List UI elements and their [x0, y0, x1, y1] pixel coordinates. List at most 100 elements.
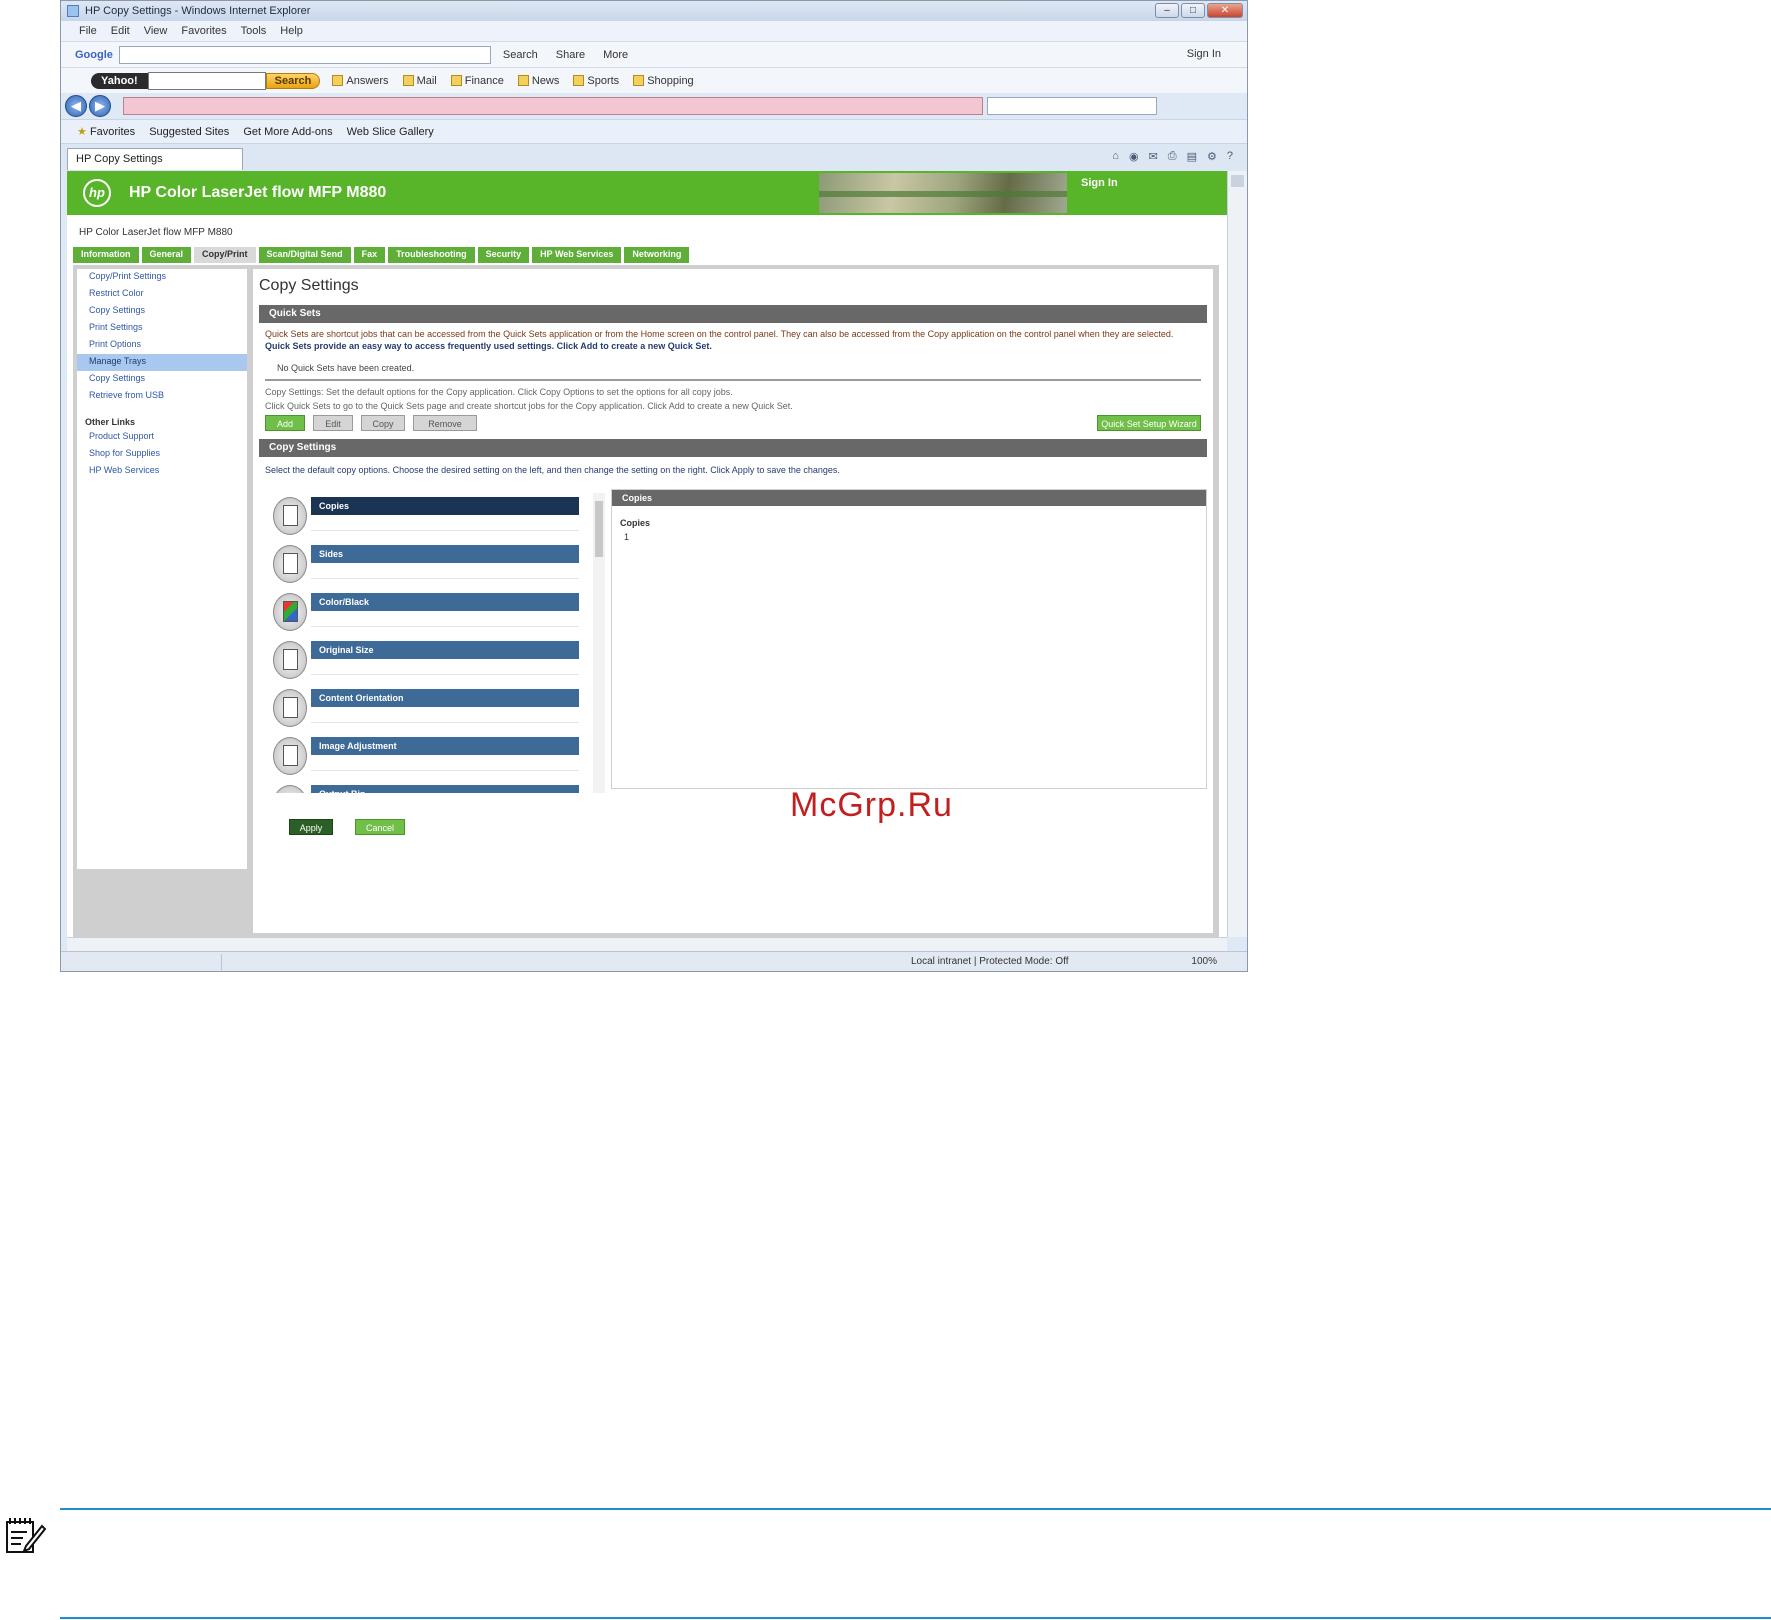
google-search-input[interactable]: [118, 45, 491, 64]
back-icon[interactable]: ◀: [65, 95, 87, 117]
edit-button[interactable]: Edit: [313, 415, 353, 431]
settings-list-scrollbar[interactable]: [593, 493, 605, 793]
maximize-button[interactable]: □: [1181, 3, 1205, 18]
help-icon[interactable]: ?: [1227, 150, 1233, 163]
setting-image-adjustment[interactable]: Image Adjustment: [311, 737, 579, 755]
forward-icon[interactable]: ▶: [89, 95, 111, 117]
nav-copy-settings-2[interactable]: Copy Settings: [77, 371, 247, 388]
note-rule-top: [60, 1508, 1771, 1510]
page-horizontal-scrollbar[interactable]: [67, 937, 1227, 951]
nav-retrieve-usb[interactable]: Retrieve from USB: [77, 388, 247, 405]
yahoo-link-mail[interactable]: Mail: [402, 75, 437, 87]
url-input[interactable]: [123, 97, 983, 115]
menu-view[interactable]: View: [144, 25, 168, 37]
google-signin[interactable]: Sign In: [1187, 48, 1221, 60]
menu-file[interactable]: File: [79, 25, 97, 37]
yahoo-link-news[interactable]: News: [517, 75, 559, 87]
menu-help[interactable]: Help: [280, 25, 303, 37]
remove-button[interactable]: Remove: [413, 415, 477, 431]
security-zone: Local intranet | Protected Mode: Off: [911, 956, 1069, 967]
yahoo-link-finance[interactable]: Finance: [450, 75, 504, 87]
setting-copies[interactable]: Copies: [311, 497, 579, 515]
yahoo-button[interactable]: Yahoo!: [91, 72, 148, 89]
menu-favorites[interactable]: Favorites: [181, 25, 226, 37]
fav-link-addons[interactable]: Get More Add-ons: [243, 126, 332, 138]
tab-information[interactable]: Information: [73, 247, 139, 263]
google-search-button[interactable]: Search: [503, 49, 538, 61]
list-item[interactable]: Content Orientation: [265, 685, 591, 733]
nav-print-options[interactable]: Print Options: [77, 337, 247, 354]
feeds-icon[interactable]: ◉: [1129, 150, 1139, 163]
main-content: Copy Settings Quick Sets Quick Sets are …: [253, 269, 1213, 933]
link-shop-supplies[interactable]: Shop for Supplies: [77, 446, 247, 463]
quick-sets-text-2: Quick Sets provide an easy way to access…: [265, 341, 712, 351]
quick-set-wizard-button[interactable]: Quick Set Setup Wizard: [1097, 415, 1201, 431]
tab-security[interactable]: Security: [477, 247, 530, 263]
tab-networking[interactable]: Networking: [624, 247, 690, 263]
tab-hp-web-services[interactable]: HP Web Services: [532, 247, 622, 263]
header-photo: [819, 173, 1067, 213]
nav-copy-print-settings[interactable]: Copy/Print Settings: [77, 269, 247, 286]
zoom-level[interactable]: 100%: [1191, 956, 1217, 967]
browser-screenshot: HP Copy Settings - Windows Internet Expl…: [60, 0, 1248, 972]
fav-link-suggested[interactable]: Suggested Sites: [149, 126, 229, 138]
setting-sides[interactable]: Sides: [311, 545, 579, 563]
menu-tools[interactable]: Tools: [241, 25, 267, 37]
minimize-button[interactable]: –: [1155, 3, 1179, 18]
tab-fax[interactable]: Fax: [353, 247, 386, 263]
tab-troubleshooting[interactable]: Troubleshooting: [388, 247, 475, 263]
google-share-button[interactable]: Share: [556, 49, 585, 61]
nav-manage-trays[interactable]: Manage Trays: [77, 354, 247, 371]
nav-restrict-color[interactable]: Restrict Color: [77, 286, 247, 303]
copies-value[interactable]: 1: [624, 532, 629, 542]
yahoo-search-button[interactable]: Search: [265, 72, 321, 89]
ie-icon: [67, 5, 79, 17]
setting-content-orientation[interactable]: Content Orientation: [311, 689, 579, 707]
address-bar: ◀ ▶: [61, 93, 1247, 119]
tools-menu-icon[interactable]: ⚙: [1207, 150, 1217, 163]
sign-in-link[interactable]: Sign In: [1081, 177, 1118, 189]
yahoo-search-input[interactable]: [147, 71, 266, 90]
copy-button[interactable]: Copy: [361, 415, 405, 431]
tab-general[interactable]: General: [141, 247, 192, 263]
list-item[interactable]: Original Size: [265, 637, 591, 685]
favorites-button[interactable]: ★ Favorites: [77, 125, 135, 138]
setting-output-bin[interactable]: Output Bin: [311, 785, 579, 793]
apply-button[interactable]: Apply: [289, 819, 333, 835]
list-item[interactable]: Image Adjustment: [265, 733, 591, 781]
link-hp-web-services[interactable]: HP Web Services: [77, 463, 247, 480]
list-item[interactable]: Sides: [265, 541, 591, 589]
setting-color-black[interactable]: Color/Black: [311, 593, 579, 611]
list-item[interactable]: Output Bin: [265, 781, 591, 793]
page-menu-icon[interactable]: ▤: [1187, 150, 1197, 163]
list-item[interactable]: Copies: [265, 493, 591, 541]
hp-logo-icon: hp: [83, 179, 111, 207]
tab-bar: HP Copy Settings ⌂ ◉ ✉ ⎙ ▤ ⚙ ?: [61, 143, 1247, 171]
yahoo-link-shopping[interactable]: Shopping: [633, 75, 694, 87]
tab-scan-digital-send[interactable]: Scan/Digital Send: [258, 247, 351, 263]
folder-icon: [573, 75, 585, 86]
mail-icon[interactable]: ✉: [1149, 150, 1158, 163]
menu-edit[interactable]: Edit: [111, 25, 130, 37]
setting-original-size[interactable]: Original Size: [311, 641, 579, 659]
add-button[interactable]: Add: [265, 415, 305, 431]
orientation-icon: [273, 689, 307, 727]
page-vertical-scrollbar[interactable]: [1227, 171, 1247, 937]
yahoo-link-sports[interactable]: Sports: [573, 75, 619, 87]
print-icon[interactable]: ⎙: [1168, 150, 1177, 163]
tab-copy-print[interactable]: Copy/Print: [194, 247, 256, 263]
tab-hp-copy-settings[interactable]: HP Copy Settings: [67, 148, 243, 170]
link-product-support[interactable]: Product Support: [77, 429, 247, 446]
yahoo-link-answers[interactable]: Answers: [332, 75, 389, 87]
home-icon[interactable]: ⌂: [1112, 150, 1119, 163]
google-more-button[interactable]: More: [603, 49, 628, 61]
close-button[interactable]: ✕: [1207, 3, 1243, 18]
web-page: hp HP Color LaserJet flow MFP M880 Sign …: [67, 171, 1227, 937]
list-item[interactable]: Color/Black: [265, 589, 591, 637]
nav-print-settings[interactable]: Print Settings: [77, 320, 247, 337]
cancel-button[interactable]: Cancel: [355, 819, 405, 835]
nav-copy-settings[interactable]: Copy Settings: [77, 303, 247, 320]
details-pane: Copies Copies 1: [611, 489, 1207, 789]
live-search-input[interactable]: [987, 97, 1157, 115]
fav-link-webslice[interactable]: Web Slice Gallery: [347, 126, 434, 138]
